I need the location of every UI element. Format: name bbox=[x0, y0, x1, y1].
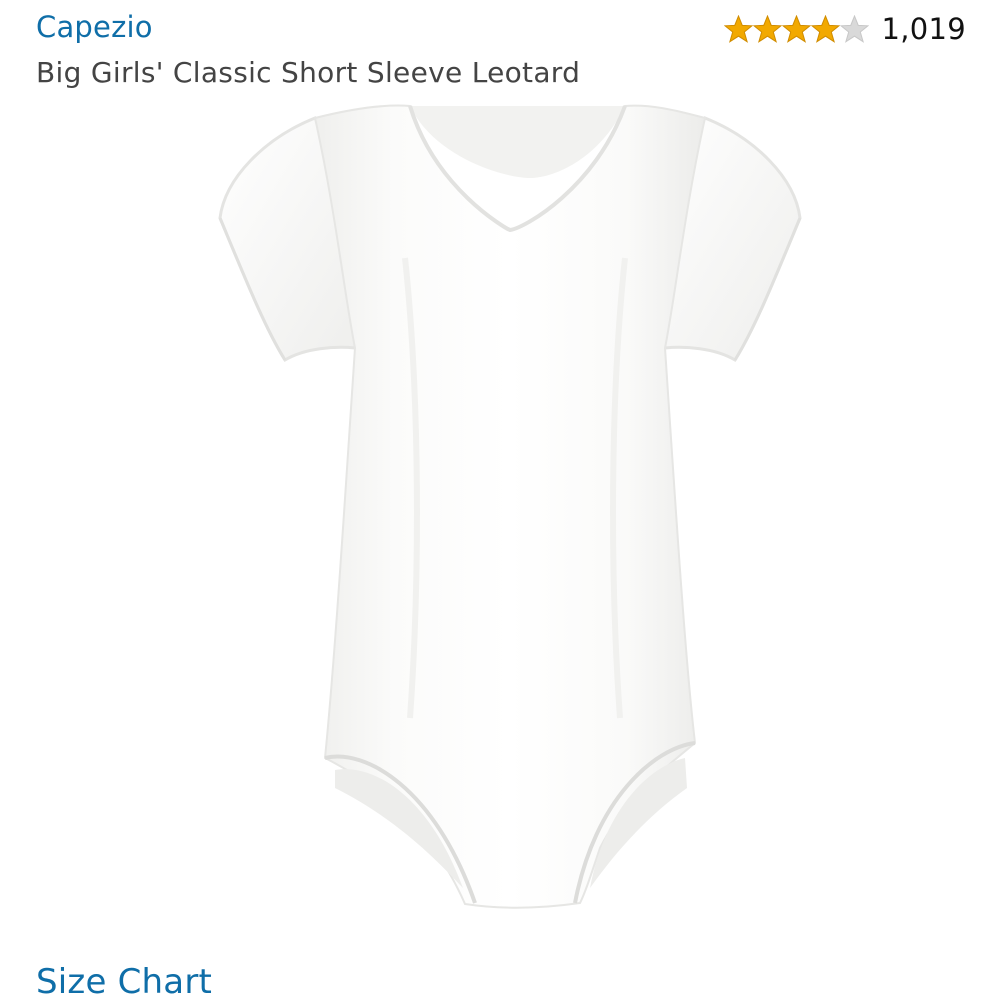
star-filled-icon bbox=[753, 15, 783, 43]
leotard-image bbox=[218, 104, 802, 909]
star-filled-icon bbox=[724, 15, 754, 43]
product-page: Capezio 1,019 Big Girls' Classic Short S… bbox=[0, 0, 1000, 1000]
product-image[interactable] bbox=[205, 98, 815, 913]
rating-summary[interactable]: 1,019 bbox=[724, 10, 966, 48]
star-filled-icon bbox=[782, 15, 812, 43]
star-rating bbox=[724, 15, 870, 43]
size-chart-link[interactable]: Size Chart bbox=[36, 962, 212, 1000]
star-filled-icon bbox=[811, 15, 841, 43]
product-title: Big Girls' Classic Short Sleeve Leotard bbox=[36, 56, 581, 89]
brand-link[interactable]: Capezio bbox=[36, 10, 153, 44]
star-empty-icon bbox=[840, 15, 870, 43]
review-count[interactable]: 1,019 bbox=[881, 12, 966, 46]
